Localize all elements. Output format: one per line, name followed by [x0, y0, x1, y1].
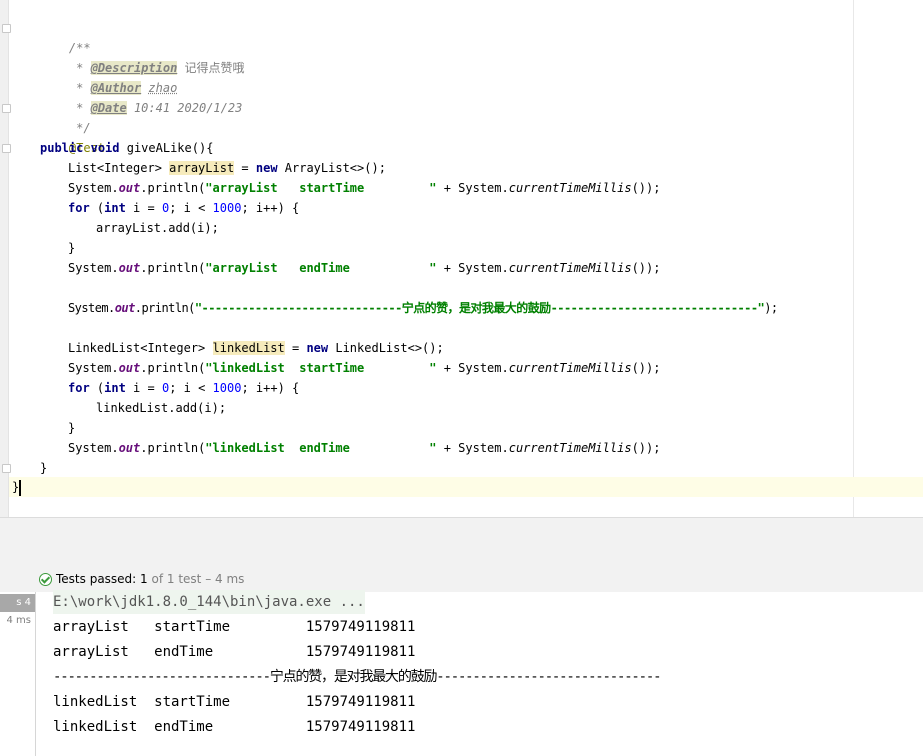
code-line: System.out.println("linkedList startTime…: [68, 361, 661, 375]
code-line: System.out.println("arrayList startTime …: [68, 181, 661, 195]
panel-divider[interactable]: [0, 517, 923, 540]
code-line: }: [40, 461, 48, 475]
code-line: for (int i = 0; i < 1000; i++) {: [68, 381, 300, 395]
operator: =: [284, 341, 307, 355]
field: out: [114, 301, 136, 315]
test-tree-row[interactable]: s 4 ms: [0, 594, 35, 626]
text-caret: [19, 479, 22, 496]
static-method: currentTimeMillis: [508, 261, 632, 275]
number-literal: 1000: [212, 201, 242, 215]
code-line: * @Date 10:41 2020/1/23: [68, 101, 243, 115]
code-line: for (int i = 0; i < 1000; i++) {: [68, 201, 300, 215]
code-line: }: [68, 241, 76, 255]
console-output[interactable]: E:\work\jdk1.8.0_144\bin\java.exe ... ar…: [36, 590, 923, 756]
javadoc-description-text: 记得点赞哦: [184, 61, 245, 75]
run-panel-header: [0, 540, 923, 567]
console-line: arrayList startTime 1579749119811: [53, 619, 416, 635]
string-literal: "linkedList endTime ": [205, 441, 437, 455]
class-close-brace: }: [12, 480, 20, 494]
code-line: LinkedList<Integer> linkedList = new Lin…: [68, 338, 444, 358]
constructor-call: ArrayList<>();: [277, 161, 386, 175]
total-tests: of 1 test: [147, 572, 202, 586]
keyword: void: [90, 141, 120, 155]
javadoc-date-tag: @Date: [90, 101, 127, 115]
javadoc-date-text: 10:41 2020/1/23: [133, 101, 243, 115]
string-literal: "linkedList startTime ": [205, 361, 437, 375]
test-tree[interactable]: s 4 ms 4 ms: [0, 592, 36, 756]
code-editor[interactable]: /** * @Description 记得点赞哦 * @Author zhao …: [0, 0, 923, 517]
code-line: linkedList.add(i);: [96, 401, 227, 415]
test-status-bar: Tests passed: 1 of 1 test – 4 ms: [0, 566, 923, 593]
code-line: */: [40, 98, 90, 135]
method-signature: giveALike(){: [126, 141, 214, 155]
code-line: public void giveALike(){: [40, 138, 213, 158]
variable-highlight: arrayList: [169, 161, 235, 175]
field: out: [118, 441, 141, 455]
fold-marker[interactable]: [2, 144, 11, 153]
code-line: System.out.println("linkedList endTime "…: [68, 441, 661, 455]
keyword: public: [40, 141, 84, 155]
type-name: LinkedList<Integer>: [68, 341, 213, 355]
console-line: arrayList endTime 1579749119811: [53, 644, 416, 660]
static-method: currentTimeMillis: [508, 441, 632, 455]
keyword: new: [255, 161, 278, 175]
field: out: [118, 181, 141, 195]
console-line: linkedList endTime 1579749119811: [53, 719, 416, 735]
static-method: currentTimeMillis: [508, 361, 632, 375]
code-line: }: [12, 477, 22, 497]
operator: =: [234, 161, 256, 175]
code-line: * @Author zhao: [68, 81, 178, 95]
string-literal: "------------------------------宁点的赞，是对我最…: [194, 301, 765, 315]
editor-gutter: [0, 0, 9, 517]
fold-marker[interactable]: [2, 104, 11, 113]
field: out: [118, 361, 141, 375]
current-line-highlight: [9, 477, 923, 497]
keyword: new: [306, 341, 329, 355]
code-line: * @Description 记得点赞哦: [68, 61, 245, 75]
keyword: for: [68, 201, 90, 215]
code-line: /**: [40, 18, 91, 55]
keyword: int: [104, 381, 126, 395]
static-method: currentTimeMillis: [508, 181, 632, 195]
keyword: int: [104, 201, 126, 215]
code-line: arrayList.add(i);: [96, 221, 219, 235]
code-line: System.out.println("--------------------…: [68, 301, 778, 315]
console-line: linkedList startTime 1579749119811: [53, 694, 416, 710]
right-margin-guide: [853, 0, 854, 517]
console-command-line: E:\work\jdk1.8.0_144\bin\java.exe ...: [53, 590, 365, 614]
string-literal: "arrayList startTime ": [205, 181, 437, 195]
code-line: }: [68, 421, 76, 435]
fold-marker[interactable]: [2, 464, 11, 473]
code-line: @Test: [40, 118, 105, 155]
passed-count: 1: [140, 572, 148, 586]
constructor-call: LinkedList<>();: [328, 341, 444, 355]
check-circle-icon: [39, 573, 52, 586]
tests-passed-label: Tests passed:: [56, 572, 141, 586]
test-duration: – 4 ms: [201, 572, 245, 586]
test-status-text: Tests passed: 1 of 1 test – 4 ms: [56, 566, 244, 592]
field: out: [118, 261, 141, 275]
keyword: for: [68, 381, 90, 395]
variable-highlight: linkedList: [212, 341, 285, 355]
type-name: List<Integer>: [68, 161, 170, 175]
code-line: System.out.println("arrayList endTime " …: [68, 261, 661, 275]
fold-marker[interactable]: [2, 24, 11, 33]
code-line: List<Integer> arrayList = new ArrayList<…: [68, 158, 386, 178]
number-literal: 1000: [212, 381, 242, 395]
console-line: ------------------------------宁点的赞，是对我最大…: [53, 669, 662, 685]
string-literal: "arrayList endTime ": [205, 261, 437, 275]
test-tree-row[interactable]: 4 ms: [7, 612, 32, 630]
